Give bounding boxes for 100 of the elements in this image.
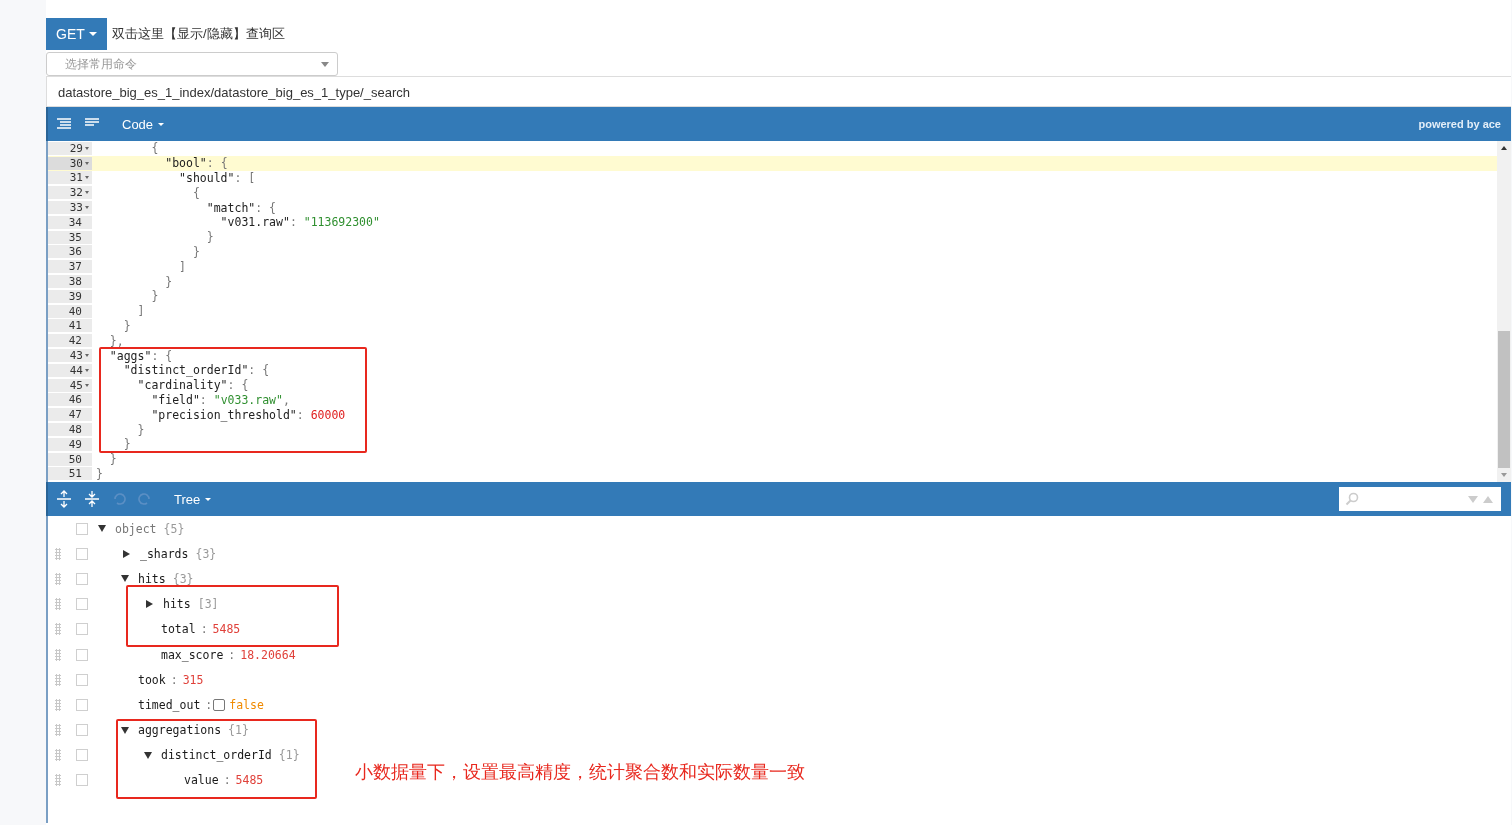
fold-icon[interactable] [85, 176, 89, 180]
code-line: ] [178, 260, 186, 273]
checkbox[interactable] [213, 698, 226, 711]
context-menu-icon[interactable] [76, 724, 88, 737]
line-number: 43 [69, 349, 83, 363]
node-count: {3} [172, 571, 194, 586]
line-number: 38 [68, 275, 82, 289]
node-key: _shards [140, 546, 189, 561]
collapse-all-icon[interactable] [84, 490, 100, 508]
line-number: 51 [68, 467, 82, 481]
code-line: { [150, 142, 159, 155]
undo-icon[interactable] [112, 492, 126, 506]
node-count: [3] [197, 597, 219, 612]
code-line: } [136, 423, 145, 436]
expand-toggle[interactable] [98, 525, 106, 533]
code-line: } [205, 231, 214, 244]
code-line: } [150, 290, 159, 303]
expand-toggle[interactable] [146, 600, 153, 609]
expand-all-icon[interactable] [56, 490, 72, 508]
code-line: ] [136, 305, 145, 318]
line-number: 46 [68, 393, 82, 407]
toggle-hint[interactable]: 双击这里【显示/隐藏】查询区 [112, 25, 285, 43]
mode-dropdown[interactable]: Code [122, 116, 165, 132]
drag-handle-icon[interactable] [55, 648, 61, 661]
drag-handle-icon[interactable] [55, 547, 61, 560]
code-line: "precision_threshold": 60000 [150, 408, 346, 421]
expand-toggle[interactable] [121, 575, 129, 583]
fold-icon[interactable] [85, 368, 89, 372]
search-field[interactable] [1339, 487, 1501, 511]
context-menu-icon[interactable] [76, 572, 88, 585]
scrollbar[interactable] [1497, 141, 1511, 482]
line-number: 37 [68, 260, 82, 274]
node-count: {3} [195, 546, 217, 561]
line-number: 49 [68, 437, 82, 451]
code-line: "match": { [205, 201, 277, 214]
fold-icon[interactable] [85, 191, 89, 195]
search-arrows-icon[interactable] [1467, 494, 1495, 504]
code-line: }, [108, 334, 124, 347]
fold-icon[interactable] [85, 161, 89, 165]
format-icon[interactable] [56, 117, 72, 131]
code-line: } [95, 467, 103, 480]
search-icon [1345, 492, 1359, 506]
method-dropdown[interactable]: GET [46, 18, 107, 50]
command-select[interactable]: 选择常用命令 [46, 52, 338, 76]
drag-handle-icon[interactable] [55, 724, 61, 737]
code-line: "aggs": { [108, 349, 173, 362]
line-number: 36 [68, 245, 82, 259]
context-menu-icon[interactable] [76, 673, 88, 686]
drag-handle-icon[interactable] [55, 698, 61, 711]
context-menu-icon[interactable] [76, 774, 88, 787]
code-line: "bool": { [164, 157, 228, 170]
node-count: {1} [278, 748, 300, 763]
line-number: 40 [68, 304, 82, 318]
drag-handle-icon[interactable] [55, 749, 61, 762]
line-number: 45 [69, 378, 83, 392]
fold-icon[interactable] [85, 383, 89, 387]
drag-handle-icon[interactable] [55, 623, 61, 636]
context-menu-icon[interactable] [76, 623, 88, 636]
code-line: "cardinality": { [136, 379, 249, 392]
line-number: 44 [69, 363, 83, 377]
line-number: 33 [69, 201, 83, 215]
drag-handle-icon[interactable] [55, 598, 61, 611]
context-menu-icon[interactable] [76, 598, 88, 611]
context-menu-icon[interactable] [76, 648, 88, 661]
node-key: hits [138, 571, 166, 586]
node-key: took [138, 672, 166, 687]
line-number: 31 [69, 171, 83, 185]
url-field[interactable]: datastore_big_es_1_index/datastore_big_es_1_type/_search [46, 76, 1511, 107]
expand-toggle[interactable] [123, 549, 130, 558]
node-key: total [161, 622, 196, 637]
code-line: } [122, 319, 131, 332]
line-number: 48 [68, 423, 82, 437]
drag-handle-icon[interactable] [55, 673, 61, 686]
code-line: } [164, 275, 173, 288]
node-key: object [115, 521, 157, 536]
context-menu-icon[interactable] [76, 749, 88, 762]
code-line: "v031.raw": "113692300" [219, 216, 380, 229]
drag-handle-icon[interactable] [55, 774, 61, 787]
context-menu-icon[interactable] [76, 522, 88, 535]
context-menu-icon[interactable] [76, 698, 88, 711]
drag-handle-icon[interactable] [55, 572, 61, 585]
mode-dropdown[interactable]: Tree [174, 491, 212, 507]
code-line: "distinct_orderId": { [122, 364, 270, 377]
node-value: false [229, 697, 264, 712]
line-number: 42 [68, 334, 82, 348]
annotation-text: 小数据量下，设置最高精度，统计聚合数和实际数量一致 [355, 761, 805, 784]
fold-icon[interactable] [85, 354, 89, 358]
colon: : [200, 622, 208, 637]
code-line: } [108, 453, 117, 466]
colon: : [228, 647, 236, 662]
node-key: hits [163, 597, 191, 612]
expand-toggle[interactable] [121, 726, 129, 734]
redo-icon[interactable] [138, 492, 152, 506]
colon: : [170, 672, 178, 687]
expand-toggle[interactable] [144, 751, 152, 759]
fold-icon[interactable] [85, 146, 89, 150]
colon: : [205, 697, 213, 712]
fold-icon[interactable] [85, 206, 89, 210]
context-menu-icon[interactable] [76, 547, 88, 560]
colon: : [223, 773, 231, 788]
